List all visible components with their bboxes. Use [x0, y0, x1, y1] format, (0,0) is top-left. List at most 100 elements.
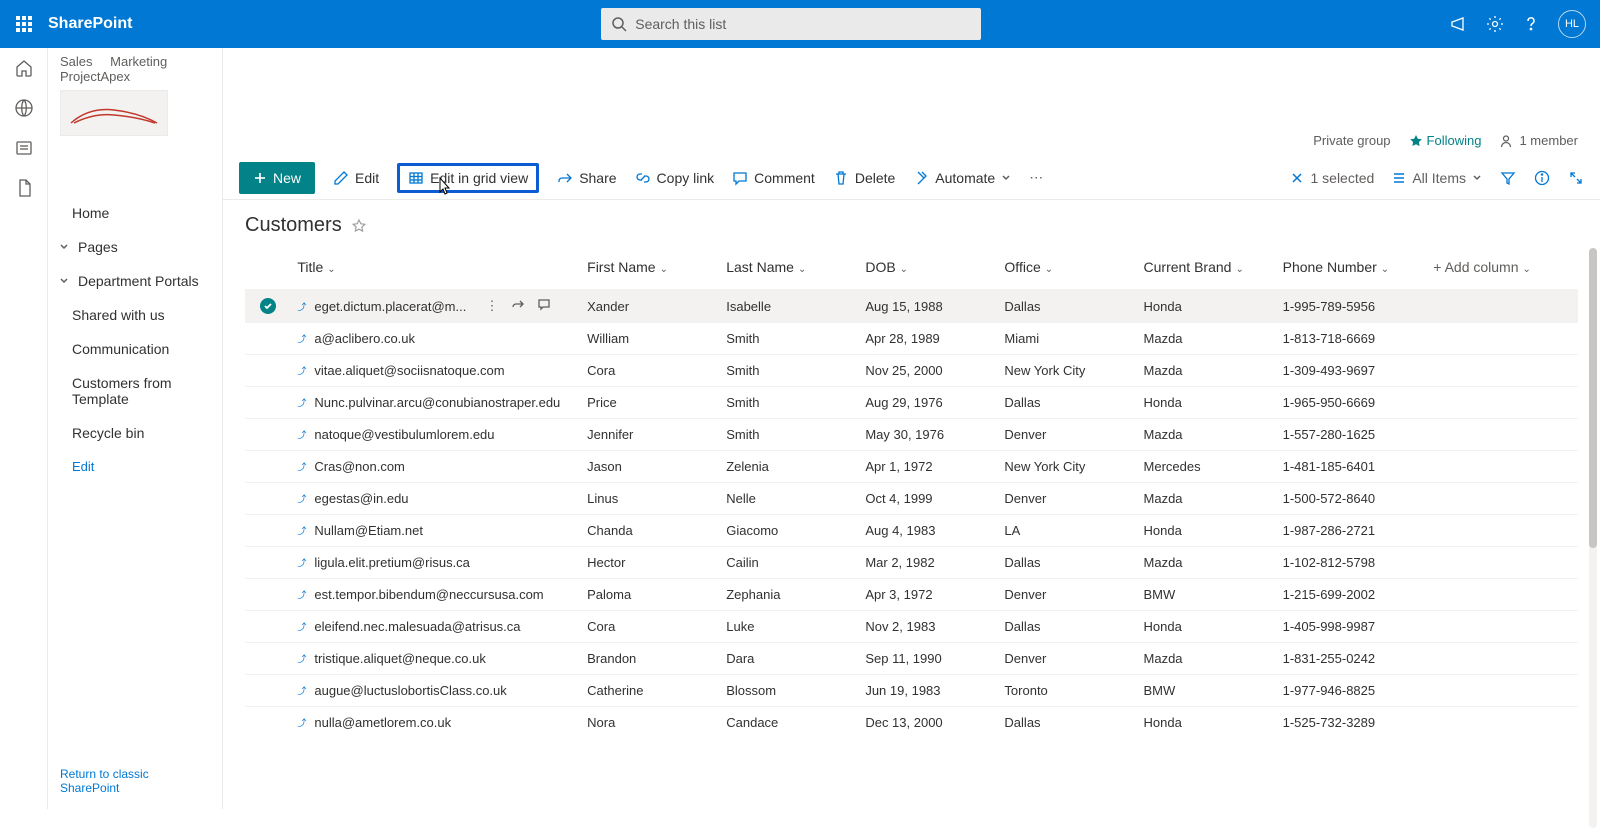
site-tab-marketing[interactable]: Marketing: [110, 54, 167, 69]
col-phone-number[interactable]: Phone Number⌄: [1277, 251, 1428, 290]
col-title[interactable]: Title⌄: [291, 251, 581, 290]
cell-phone: 1-995-789-5956: [1277, 290, 1428, 323]
nav-item-shared-with-us[interactable]: Shared with us: [48, 298, 222, 332]
cell-office: Denver: [998, 419, 1137, 451]
row-title[interactable]: egestas@in.edu: [314, 491, 408, 506]
cell-last: Smith: [720, 419, 859, 451]
nav-item-department-portals[interactable]: Department Portals: [48, 264, 222, 298]
table-row[interactable]: ⤴tristique.aliquet@neque.co.ukBrandonDar…: [245, 643, 1578, 675]
row-title[interactable]: eleifend.nec.malesuada@atrisus.ca: [314, 619, 520, 634]
nav-item-recycle-bin[interactable]: Recycle bin: [48, 416, 222, 450]
row-title[interactable]: vitae.aliquet@sociisnatoque.com: [314, 363, 504, 378]
row-title[interactable]: ligula.elit.pretium@risus.ca: [314, 555, 470, 570]
cmd-right: 1 selected All Items: [1290, 170, 1584, 186]
table-row[interactable]: ⤴augue@luctuslobortisClass.co.ukCatherin…: [245, 675, 1578, 707]
cell-phone: 1-481-185-6401: [1277, 451, 1428, 483]
share-button[interactable]: Share: [557, 170, 616, 186]
copy-label: Copy link: [657, 170, 715, 186]
file-icon[interactable]: [14, 178, 34, 198]
nav-item-communication[interactable]: Communication: [48, 332, 222, 366]
info-icon[interactable]: [1534, 170, 1550, 186]
waffle-icon: [16, 16, 32, 32]
filter-icon[interactable]: [1500, 170, 1516, 186]
nav-item-home[interactable]: Home: [48, 196, 222, 230]
scrollbar[interactable]: [1589, 248, 1597, 828]
row-more-icon[interactable]: ⋮: [486, 298, 499, 314]
news-icon[interactable]: [14, 138, 34, 158]
new-label: New: [273, 170, 301, 186]
gear-icon[interactable]: [1486, 15, 1504, 33]
table-row[interactable]: ⤴egestas@in.eduLinusNelleOct 4, 1999Denv…: [245, 483, 1578, 515]
row-title[interactable]: est.tempor.bibendum@neccursusa.com: [314, 587, 543, 602]
nav-edit[interactable]: Edit: [48, 450, 222, 483]
expand-icon[interactable]: [1568, 170, 1584, 186]
table-row[interactable]: ⤴a@aclibero.co.ukWilliamSmithApr 28, 198…: [245, 323, 1578, 355]
row-title[interactable]: Nullam@Etiam.net: [314, 523, 423, 538]
row-title[interactable]: natoque@vestibulumlorem.edu: [314, 427, 494, 442]
megaphone-icon[interactable]: [1450, 15, 1468, 33]
globe-icon[interactable]: [14, 98, 34, 118]
row-title[interactable]: Cras@non.com: [314, 459, 405, 474]
more-button[interactable]: ⋯: [1029, 169, 1043, 186]
row-title[interactable]: eget.dictum.placerat@m...: [314, 299, 466, 314]
link-glyph-icon: ⤴: [297, 620, 306, 633]
copy-link-button[interactable]: Copy link: [635, 170, 715, 186]
col-dob[interactable]: DOB⌄: [859, 251, 998, 290]
col-first-name[interactable]: First Name⌄: [581, 251, 720, 290]
clear-selection-button[interactable]: 1 selected: [1290, 170, 1374, 186]
table-row[interactable]: ⤴Nullam@Etiam.netChandaGiacomoAug 4, 198…: [245, 515, 1578, 547]
cell-office: Toronto: [998, 675, 1137, 707]
add-column-button[interactable]: + Add column⌄: [1427, 251, 1578, 290]
table-row[interactable]: ⤴Nunc.pulvinar.arcu@conubianostraper.edu…: [245, 387, 1578, 419]
row-comment-icon[interactable]: [537, 298, 551, 312]
row-title[interactable]: tristique.aliquet@neque.co.uk: [314, 651, 485, 666]
view-selector[interactable]: All Items: [1392, 170, 1482, 186]
row-title[interactable]: Nunc.pulvinar.arcu@conubianostraper.edu: [314, 395, 560, 410]
search-input[interactable]: Search this list: [601, 8, 981, 40]
star-outline-icon[interactable]: [352, 219, 366, 233]
scroll-thumb[interactable]: [1589, 248, 1597, 548]
avatar[interactable]: HL: [1558, 10, 1586, 38]
table-row[interactable]: ⤴est.tempor.bibendum@neccursusa.comPalom…: [245, 579, 1578, 611]
col-last-name[interactable]: Last Name⌄: [720, 251, 859, 290]
table-row[interactable]: ⤴natoque@vestibulumlorem.eduJenniferSmit…: [245, 419, 1578, 451]
app-launcher-button[interactable]: [0, 0, 48, 48]
site-tab-projectapex[interactable]: ProjectApex: [60, 69, 130, 84]
row-share-icon[interactable]: [511, 298, 525, 312]
cell-brand: Mazda: [1138, 547, 1277, 579]
cell-first: Jason: [581, 451, 720, 483]
return-classic-link[interactable]: Return to classic SharePoint: [48, 759, 222, 803]
home-icon[interactable]: [14, 58, 34, 78]
row-title[interactable]: nulla@ametlorem.co.uk: [314, 715, 451, 730]
col-office[interactable]: Office⌄: [998, 251, 1137, 290]
suite-title[interactable]: SharePoint: [48, 15, 132, 33]
delete-button[interactable]: Delete: [833, 170, 895, 186]
edit-button[interactable]: Edit: [333, 170, 379, 186]
site-logo[interactable]: [60, 90, 168, 136]
cell-phone: 1-500-572-8640: [1277, 483, 1428, 515]
automate-button[interactable]: Automate: [913, 170, 1011, 186]
members-button[interactable]: 1 member: [1499, 133, 1578, 148]
col-current-brand[interactable]: Current Brand⌄: [1138, 251, 1277, 290]
cell-dob: Dec 13, 2000: [859, 707, 998, 739]
table-row[interactable]: ⤴vitae.aliquet@sociisnatoque.comCoraSmit…: [245, 355, 1578, 387]
table-row[interactable]: ⤴eget.dictum.placerat@m... ⋮XanderIsabel…: [245, 290, 1578, 323]
link-glyph-icon: ⤴: [297, 300, 306, 313]
table-row[interactable]: ⤴nulla@ametlorem.co.ukNoraCandaceDec 13,…: [245, 707, 1578, 739]
row-title[interactable]: augue@luctuslobortisClass.co.uk: [314, 683, 506, 698]
help-icon[interactable]: [1522, 15, 1540, 33]
row-title[interactable]: a@aclibero.co.uk: [314, 331, 415, 346]
table-row[interactable]: ⤴eleifend.nec.malesuada@atrisus.caCoraLu…: [245, 611, 1578, 643]
edit-grid-view-button[interactable]: Edit in grid view: [397, 163, 539, 193]
comment-button[interactable]: Comment: [732, 170, 815, 186]
cell-office: Denver: [998, 579, 1137, 611]
nav-item-pages[interactable]: Pages: [48, 230, 222, 264]
grid-label: Edit in grid view: [430, 170, 528, 186]
table-row[interactable]: ⤴Cras@non.comJasonZeleniaApr 1, 1972New …: [245, 451, 1578, 483]
new-button[interactable]: New: [239, 162, 315, 194]
nav-item-customers-from-template[interactable]: Customers from Template: [48, 366, 222, 416]
follow-button[interactable]: Following: [1409, 133, 1482, 148]
cell-brand: Mazda: [1138, 419, 1277, 451]
site-tab-sales[interactable]: Sales: [60, 54, 93, 69]
table-row[interactable]: ⤴ligula.elit.pretium@risus.caHectorCaili…: [245, 547, 1578, 579]
